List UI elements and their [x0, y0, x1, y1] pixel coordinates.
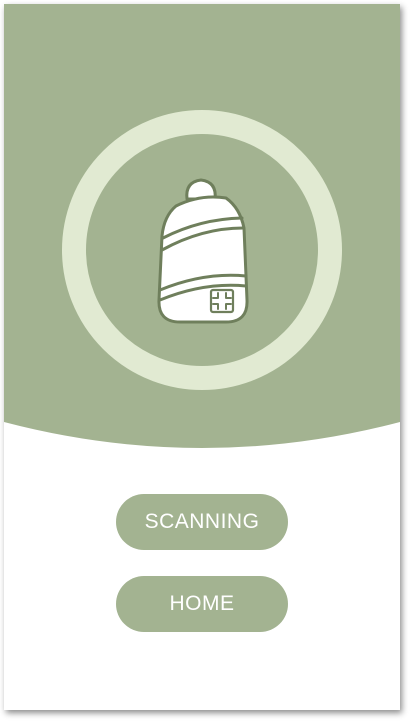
- app-screen: SCANNING HOME: [4, 4, 400, 710]
- scan-hero-panel: [4, 4, 400, 454]
- scan-hero-graphic: [4, 4, 400, 448]
- scanning-button[interactable]: SCANNING: [116, 494, 288, 550]
- home-button[interactable]: HOME: [116, 576, 288, 632]
